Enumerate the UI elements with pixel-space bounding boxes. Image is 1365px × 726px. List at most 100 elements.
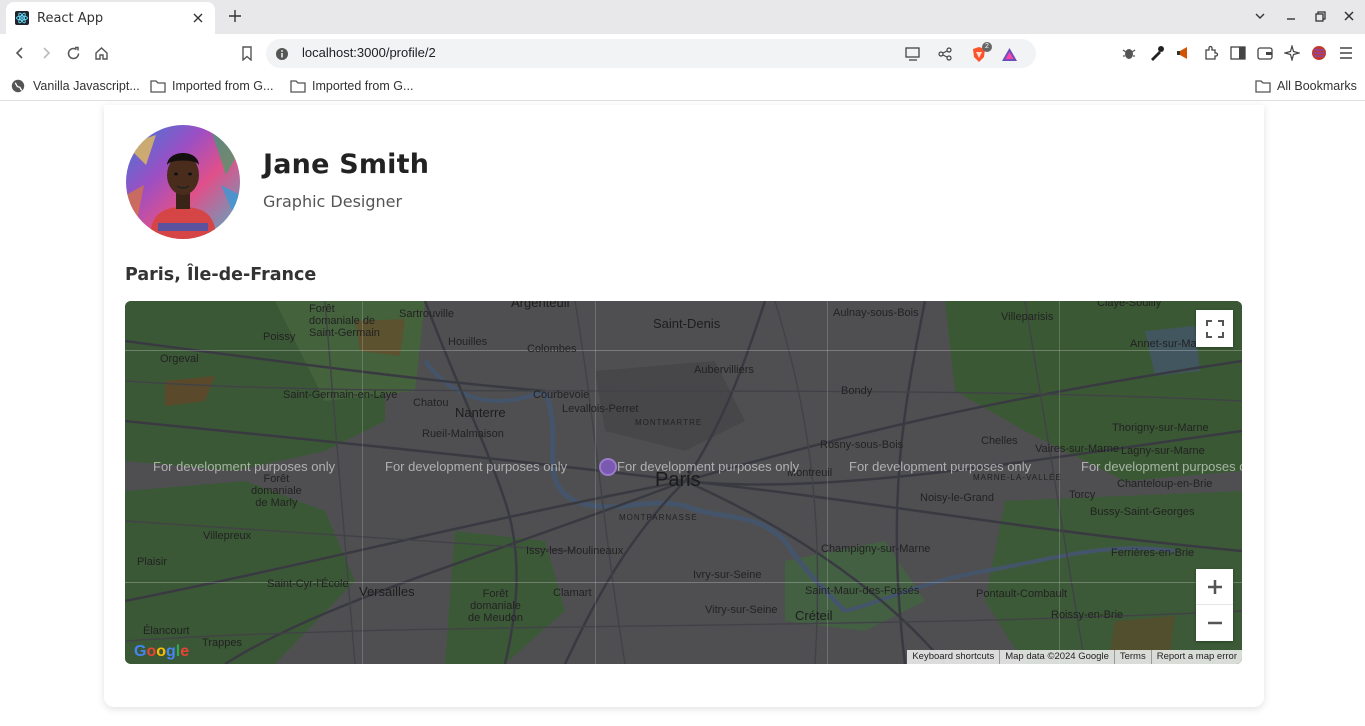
terms-link[interactable]: Terms — [1113, 650, 1151, 664]
dev-watermark: For development purposes only — [617, 459, 800, 474]
map-label-trappes: Trappes — [202, 637, 242, 649]
map[interactable]: Paris Saint-Denis Argenteuil Nanterre Ve… — [125, 301, 1242, 664]
bookmark-folder-2[interactable]: Imported from G... — [290, 77, 413, 95]
back-icon[interactable] — [10, 43, 30, 63]
zoom-out-button[interactable] — [1196, 605, 1233, 641]
map-label-creteil: Créteil — [795, 608, 833, 623]
all-bookmarks[interactable]: All Bookmarks — [1255, 77, 1357, 95]
map-label-vaires: Vaires-sur-Marne — [1035, 443, 1120, 455]
bookmark-icon[interactable] — [237, 43, 257, 63]
wallet-icon[interactable] — [1256, 44, 1274, 62]
home-icon[interactable] — [91, 43, 111, 63]
zoom-in-button[interactable] — [1196, 569, 1233, 605]
keyboard-shortcuts-link[interactable]: Keyboard shortcuts — [907, 650, 999, 664]
share-icon[interactable] — [936, 45, 954, 63]
leo-ai-icon[interactable] — [1283, 44, 1301, 62]
site-info-icon[interactable] — [274, 46, 290, 62]
bookmark-label: Imported from G... — [312, 79, 414, 93]
bookmark-label: Imported from G... — [172, 79, 274, 93]
shield-badge: 2 — [982, 42, 992, 52]
map-label-plaisir: Plaisir — [137, 556, 167, 568]
address-bar[interactable]: localhost:3000/profile/2 2 — [266, 39, 1036, 68]
map-label-aulnay: Aulnay-sous-Bois — [833, 307, 919, 319]
map-label-houilles: Houilles — [448, 336, 488, 348]
dev-watermark: For development purposes only — [1081, 459, 1242, 474]
profile-icon[interactable] — [1310, 44, 1328, 62]
map-label-argenteuil: Argenteuil — [511, 301, 570, 310]
react-icon — [15, 11, 29, 25]
map-label-chanteloup: Chanteloup-en-Brie — [1117, 478, 1213, 490]
map-label-chelles: Chelles — [981, 435, 1018, 447]
megaphone-extension-icon[interactable] — [1174, 44, 1192, 62]
map-label-villepreux: Villepreux — [203, 530, 252, 542]
folder-icon — [1255, 78, 1271, 94]
map-label-clamart: Clamart — [553, 587, 592, 599]
bookmark-vanilla-js[interactable]: Vanilla Javascript... — [11, 77, 140, 95]
map-data-text: Map data ©2024 Google — [999, 650, 1114, 664]
folder-icon — [150, 78, 166, 94]
map-label-pontault: Pontault-Combault — [976, 588, 1068, 600]
tab-strip: React App — [0, 0, 1365, 34]
map-label-ferrieres: Ferrières-en-Brie — [1111, 547, 1195, 559]
reload-icon[interactable] — [63, 43, 83, 63]
page: Jane Smith Graphic Designer Paris, Île-d… — [0, 101, 1365, 726]
map-label-bussy: Bussy-Saint-Georges — [1090, 506, 1195, 518]
map-marker-icon[interactable] — [599, 458, 617, 476]
profile-card: Jane Smith Graphic Designer Paris, Île-d… — [104, 105, 1264, 707]
map-label-montparnasse: MONTPARNASSE — [619, 513, 698, 522]
map-label-levallois: Levallois-Perret — [562, 403, 639, 415]
google-logo: Google — [134, 643, 190, 660]
extensions-icon[interactable] — [1202, 44, 1220, 62]
map-label-rosny: Rosny-sous-Bois — [820, 439, 904, 451]
eyedropper-extension-icon[interactable] — [1148, 44, 1166, 62]
map-label-saint-cyr: Saint-Cyr-l'École — [267, 578, 349, 590]
map-label-montmartre: MONTMARTRE — [635, 418, 703, 427]
restore-icon[interactable] — [1312, 8, 1328, 24]
map-label-thorigny: Thorigny-sur-Marne — [1112, 422, 1209, 434]
map-label-foret-sg: Forêt domaniale de Saint-Germain — [309, 303, 380, 339]
map-attribution: Keyboard shortcuts Map data ©2024 Google… — [907, 650, 1242, 664]
tab-search-icon[interactable] — [1252, 8, 1268, 24]
dev-watermark: For development purposes only — [385, 459, 568, 474]
map-label-lagny: Lagny-sur-Marne — [1121, 445, 1205, 457]
new-tab-icon[interactable] — [226, 7, 244, 25]
fullscreen-button[interactable] — [1196, 310, 1233, 347]
brave-rewards-icon[interactable] — [1000, 45, 1018, 63]
map-label-foret-meudon: Forêt domaniale de Meudon — [468, 588, 524, 624]
map-label-marne-vallee: MARNE-LA-VALLÉE — [973, 473, 1062, 482]
map-label-champigny: Champigny-sur-Marne — [821, 543, 931, 555]
fullscreen-icon — [1205, 319, 1224, 338]
map-label-courbevoie: Courbevoie — [533, 389, 590, 401]
profile-location: Paris, Île-de-France — [125, 265, 317, 285]
close-window-icon[interactable] — [1341, 8, 1357, 24]
report-error-link[interactable]: Report a map error — [1150, 650, 1242, 664]
install-app-icon[interactable] — [904, 45, 922, 63]
forward-icon[interactable] — [36, 43, 56, 63]
plus-icon — [1207, 579, 1222, 594]
map-label-aubervilliers: Aubervilliers — [694, 364, 754, 376]
map-label-sartrouville: Sartrouville — [399, 308, 455, 320]
url-text: localhost:3000/profile/2 — [302, 45, 436, 60]
minus-icon — [1207, 621, 1222, 625]
map-label-poissy: Poissy — [263, 331, 296, 343]
browser-toolbar: localhost:3000/profile/2 2 — [0, 34, 1365, 72]
map-label-roissy: Roissy-en-Brie — [1051, 609, 1124, 621]
bookmark-label: Vanilla Javascript... — [33, 79, 140, 93]
map-label-noisy: Noisy-le-Grand — [920, 492, 994, 504]
map-label-claye: Claye-Souilly — [1097, 301, 1162, 309]
menu-icon[interactable] — [1337, 44, 1355, 62]
sidebar-icon[interactable] — [1229, 44, 1247, 62]
bookmark-folder-1[interactable]: Imported from G... — [150, 77, 273, 95]
close-tab-icon[interactable] — [190, 10, 206, 26]
avatar — [126, 125, 240, 239]
tab-react-app[interactable]: React App — [6, 2, 215, 34]
folder-icon — [290, 78, 306, 94]
map-label-orgeval: Orgeval — [160, 353, 199, 365]
grid-line — [125, 350, 1242, 351]
map-label-bondy: Bondy — [841, 385, 873, 397]
grid-line — [362, 301, 363, 664]
map-label-issy: Issy-les-Moulineaux — [526, 545, 624, 557]
minimize-icon[interactable] — [1283, 8, 1299, 24]
map-label-nanterre: Nanterre — [455, 405, 506, 420]
bug-extension-icon[interactable] — [1120, 44, 1138, 62]
